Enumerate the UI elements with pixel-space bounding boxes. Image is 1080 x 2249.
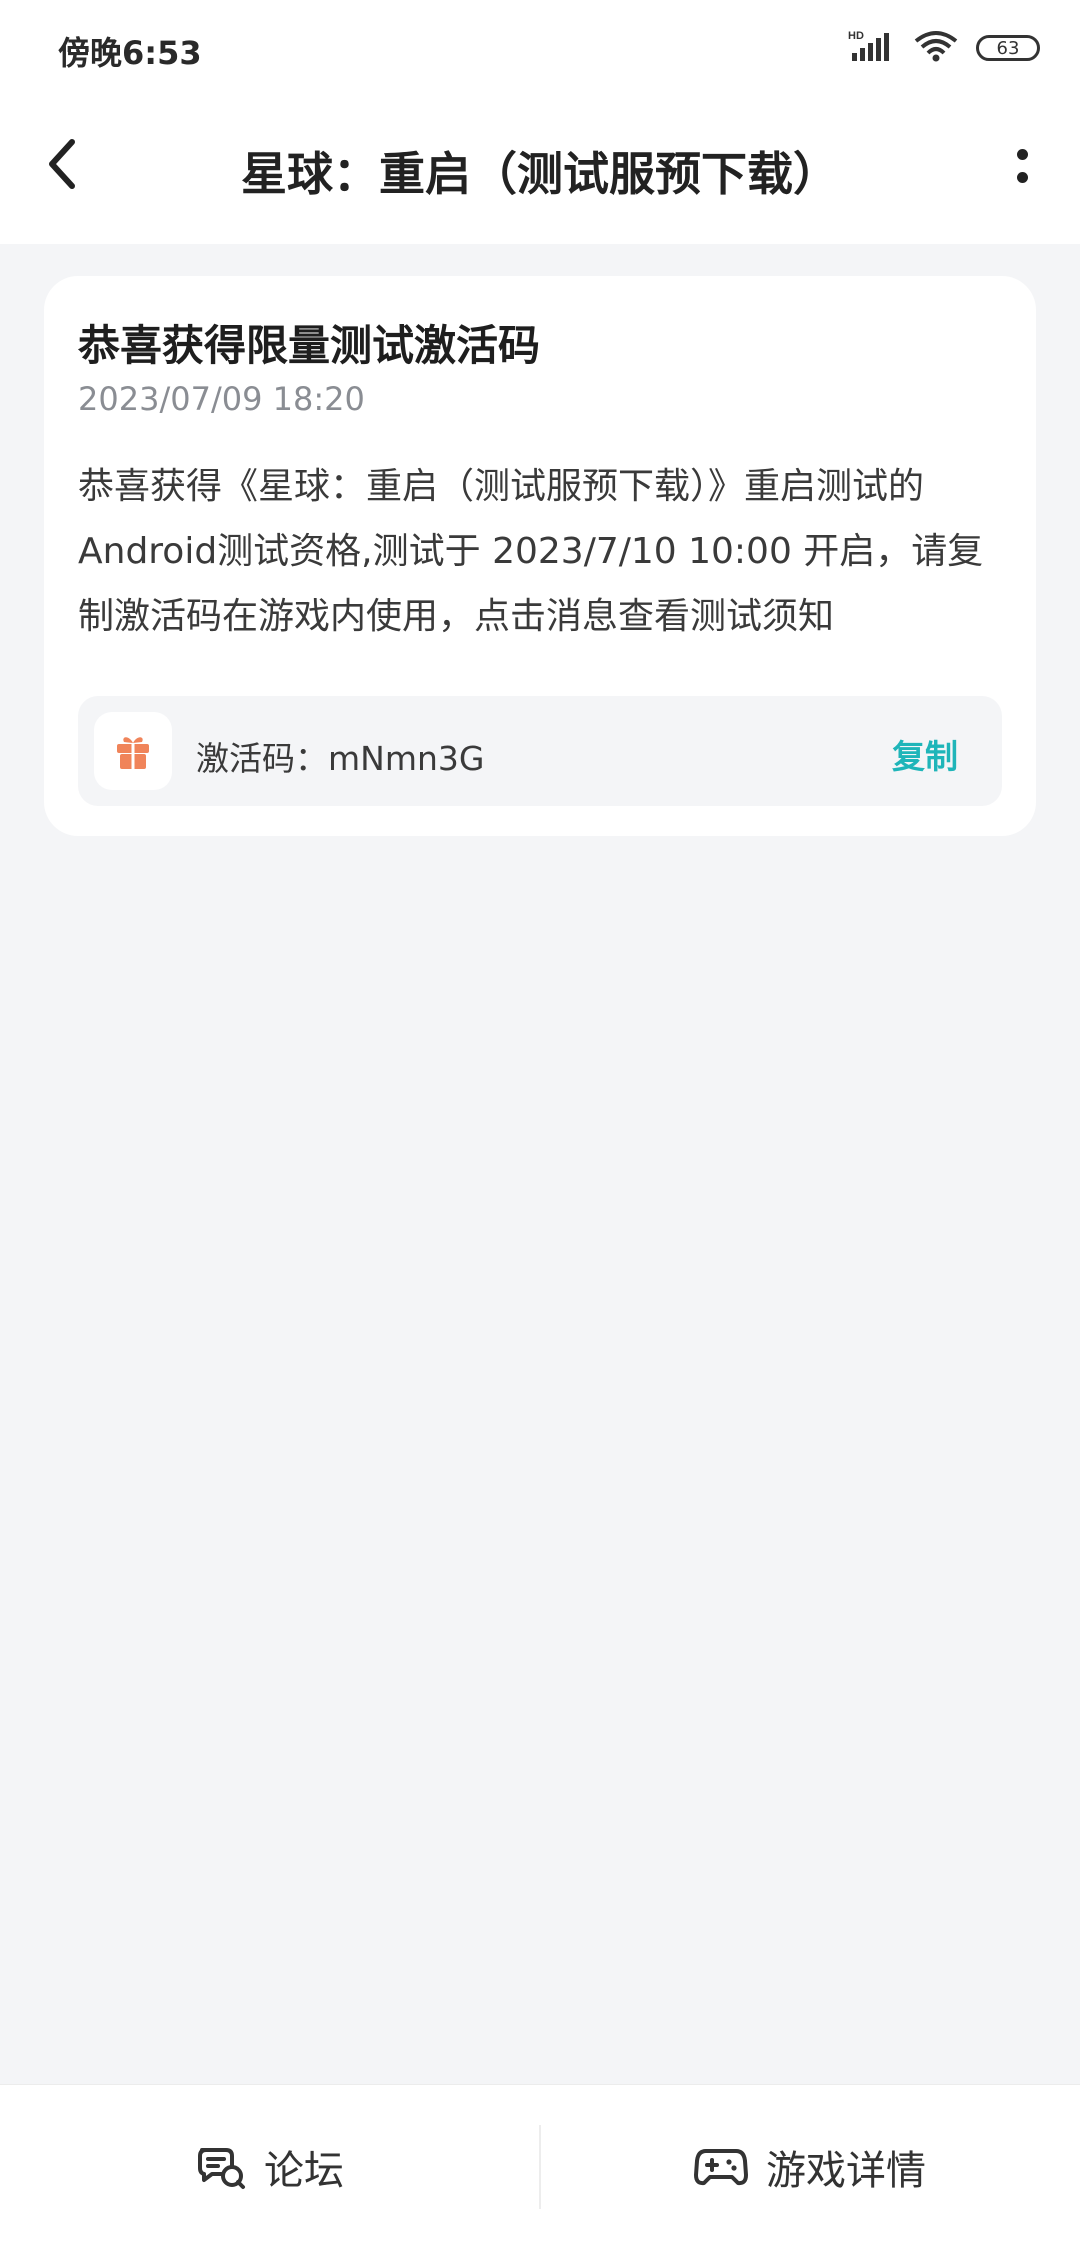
status-icons: HD 63 (848, 28, 1040, 68)
message-body: 恭喜获得《星球：重启（测试服预下载）》重启测试的Android测试资格,测试于 … (78, 466, 984, 637)
bottom-bar: 论坛 游戏详情 (0, 2084, 1080, 2249)
battery-icon: 63 (976, 35, 1040, 61)
wifi-icon (914, 29, 958, 67)
svg-text:HD: HD (848, 30, 864, 42)
game-details-button[interactable]: 游戏详情 (540, 2085, 1080, 2249)
more-vertical-icon (1016, 149, 1028, 160)
nav-bar: 星球：重启（测试服预下载） (0, 96, 1080, 244)
chevron-left-icon (49, 139, 75, 189)
forum-label: 论坛 (264, 2148, 344, 2194)
status-bar: 傍晚6:53 HD 63 (0, 0, 1080, 96)
gift-icon-wrap (94, 712, 172, 790)
copy-button[interactable]: 复制 (892, 730, 958, 778)
gift-icon (117, 737, 149, 769)
back-button[interactable] (34, 136, 90, 192)
activation-code-label: 激活码：mNmn3G (196, 739, 485, 778)
forum-button[interactable]: 论坛 (0, 2085, 540, 2249)
message-title: 恭喜获得限量测试激活码 (78, 321, 541, 370)
gamepad-icon (694, 2149, 748, 2186)
message-date: 2023/07/09 18:20 (78, 380, 365, 418)
game-details-label: 游戏详情 (766, 2148, 926, 2194)
page-title: 星球：重启（测试服预下载） (241, 147, 839, 201)
message-card[interactable]: 恭喜获得限量测试激活码 2023/07/09 18:20 恭喜获得《星球：重启（… (44, 276, 1036, 836)
status-time: 傍晚6:53 (58, 34, 202, 72)
hd-signal-icon: HD (848, 29, 896, 67)
chat-bubbles-icon (198, 2148, 245, 2189)
activation-code-box: 激活码：mNmn3G 复制 (78, 696, 1002, 806)
more-button[interactable] (994, 134, 1050, 198)
